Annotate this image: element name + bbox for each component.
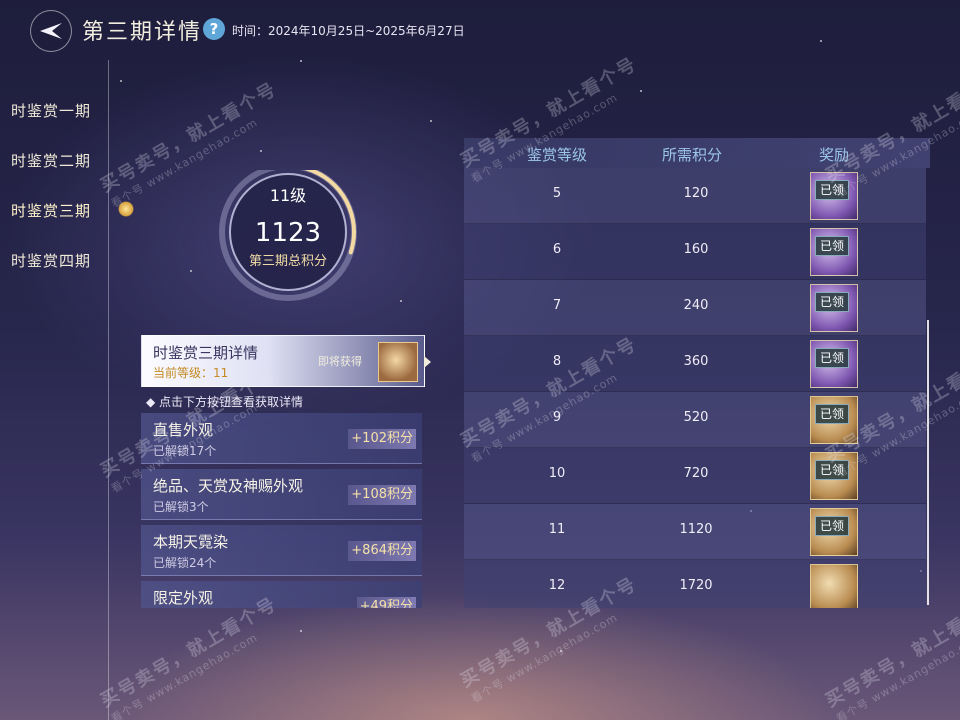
table-row: 8 360 已领: [464, 336, 926, 392]
claimed-badge: 已领: [815, 292, 849, 312]
source-name: 直售外观: [153, 421, 214, 439]
claimed-badge: 已领: [815, 460, 849, 480]
source-unlocked: 已解锁24个: [153, 556, 217, 570]
points-cell: 120: [683, 186, 709, 201]
level-cell: 11: [548, 522, 566, 537]
reward-item-icon[interactable]: 已领: [810, 228, 858, 276]
header-level: 鉴赏等级: [526, 146, 588, 164]
source-points: +49积分: [356, 597, 416, 608]
level-cell: 7: [552, 298, 562, 313]
upcoming-reward-icon[interactable]: [378, 342, 418, 382]
current-level-text: 当前等级：11: [153, 366, 229, 380]
active-indicator-icon: [118, 201, 134, 217]
reward-table: 鉴赏等级 所需积分 奖励 5 120 已领 6 160 已领 7 240 已领 8 360 已领 9 52…: [464, 138, 930, 608]
points-cell: 520: [683, 410, 709, 425]
table-row: 10 720 已领: [464, 448, 926, 504]
score-caption: 第三期总积分: [248, 254, 327, 269]
level-cell: 6: [552, 242, 562, 257]
points-cell: 240: [683, 298, 709, 313]
score-value: 1123: [254, 218, 322, 248]
source-points: +864积分: [348, 541, 416, 561]
summary-title: 时鉴赏三期详情: [153, 344, 259, 362]
reward-item-icon[interactable]: 已领: [810, 508, 858, 556]
claimed-badge: 已领: [815, 236, 849, 256]
table-scrollbar[interactable]: [927, 320, 929, 605]
source-unlocked: 已解锁17个: [153, 444, 217, 458]
claimed-badge: 已领: [815, 516, 849, 536]
table-row: 12 1720: [464, 560, 926, 608]
nav-item-period-3[interactable]: 时鉴赏三期: [11, 200, 91, 221]
level-cell: 9: [552, 410, 562, 425]
header-reward: 奖励: [818, 146, 850, 164]
source-name: 本期天霓染: [153, 533, 229, 551]
nav-item-period-2[interactable]: 时鉴赏二期: [11, 150, 91, 171]
points-cell: 1720: [679, 578, 713, 593]
table-row: 9 520 已领: [464, 392, 926, 448]
reward-item-icon[interactable]: 已领: [810, 284, 858, 332]
source-points: +102积分: [348, 429, 416, 449]
reward-item-icon[interactable]: 已领: [810, 172, 858, 220]
watermark: 买号卖号，就上看个号 看个号 www.kangehao.com: [97, 593, 281, 720]
table-row: 11 1120 已领: [464, 504, 926, 560]
level-cell: 12: [548, 578, 566, 593]
period-label: 时间：2024年10月25日~2025年6月27日: [232, 24, 465, 38]
source-points: +108积分: [348, 485, 416, 505]
page-title: 第三期详情: [82, 20, 203, 45]
claimed-badge: 已领: [815, 404, 849, 424]
source-name: 限定外观: [153, 589, 214, 607]
source-item-limited[interactable]: 限定外观 +49积分: [141, 581, 422, 608]
source-item-premium[interactable]: 绝品、天赏及神赐外观 已解锁3个 +108积分: [141, 469, 422, 520]
source-item-dye[interactable]: 本期天霓染 已解锁24个 +864积分: [141, 525, 422, 576]
source-item-direct-sale[interactable]: 直售外观 已解锁17个 +102积分: [141, 413, 422, 464]
watermark: 买号卖号，就上看个号 看个号 www.kangehao.com: [822, 593, 960, 720]
reward-item-icon[interactable]: 已领: [810, 340, 858, 388]
table-row: 5 120 已领: [464, 168, 926, 224]
claimed-badge: 已领: [815, 180, 849, 200]
reward-item-icon[interactable]: 已领: [810, 452, 858, 500]
back-button[interactable]: [30, 10, 72, 52]
table-row: 7 240 已领: [464, 280, 926, 336]
hint-text: ◆ 点击下方按钮查看获取详情: [146, 395, 304, 409]
nav-item-period-4[interactable]: 时鉴赏四期: [11, 250, 91, 271]
points-cell: 360: [683, 354, 709, 369]
question-mark-icon[interactable]: ?: [203, 18, 225, 40]
nav-divider: [108, 60, 109, 720]
score-ring: 11级 1123 第三期总积分: [208, 163, 368, 310]
back-arrow-icon: [40, 23, 62, 39]
points-cell: 720: [683, 466, 709, 481]
points-source-list[interactable]: 直售外观 已解锁17个 +102积分 绝品、天赏及神赐外观 已解锁3个 +108…: [141, 413, 422, 608]
source-name: 绝品、天赏及神赐外观: [153, 477, 304, 495]
expand-arrow-icon: [424, 356, 431, 368]
points-cell: 160: [683, 242, 709, 257]
period-summary-card[interactable]: 时鉴赏三期详情 当前等级：11 即将获得: [141, 335, 425, 387]
level-cell: 8: [552, 354, 562, 369]
level-label: 11级: [269, 186, 307, 205]
points-cell: 1120: [679, 522, 713, 537]
nav-item-period-1[interactable]: 时鉴赏一期: [11, 100, 91, 121]
claimed-badge: 已领: [815, 348, 849, 368]
reward-item-icon[interactable]: 已领: [810, 396, 858, 444]
level-cell: 5: [552, 186, 562, 201]
table-row: 6 160 已领: [464, 224, 926, 280]
table-body[interactable]: 5 120 已领 6 160 已领 7 240 已领 8 360 已领 9 520 已领 10 720 已领 11 1…: [464, 168, 930, 608]
reward-item-icon[interactable]: [810, 564, 858, 608]
header-points: 所需积分: [661, 146, 723, 164]
level-cell: 10: [548, 466, 566, 481]
source-unlocked: 已解锁3个: [153, 500, 209, 514]
table-header: 鉴赏等级 所需积分 奖励: [464, 138, 930, 168]
upcoming-label: 即将获得: [318, 355, 362, 368]
